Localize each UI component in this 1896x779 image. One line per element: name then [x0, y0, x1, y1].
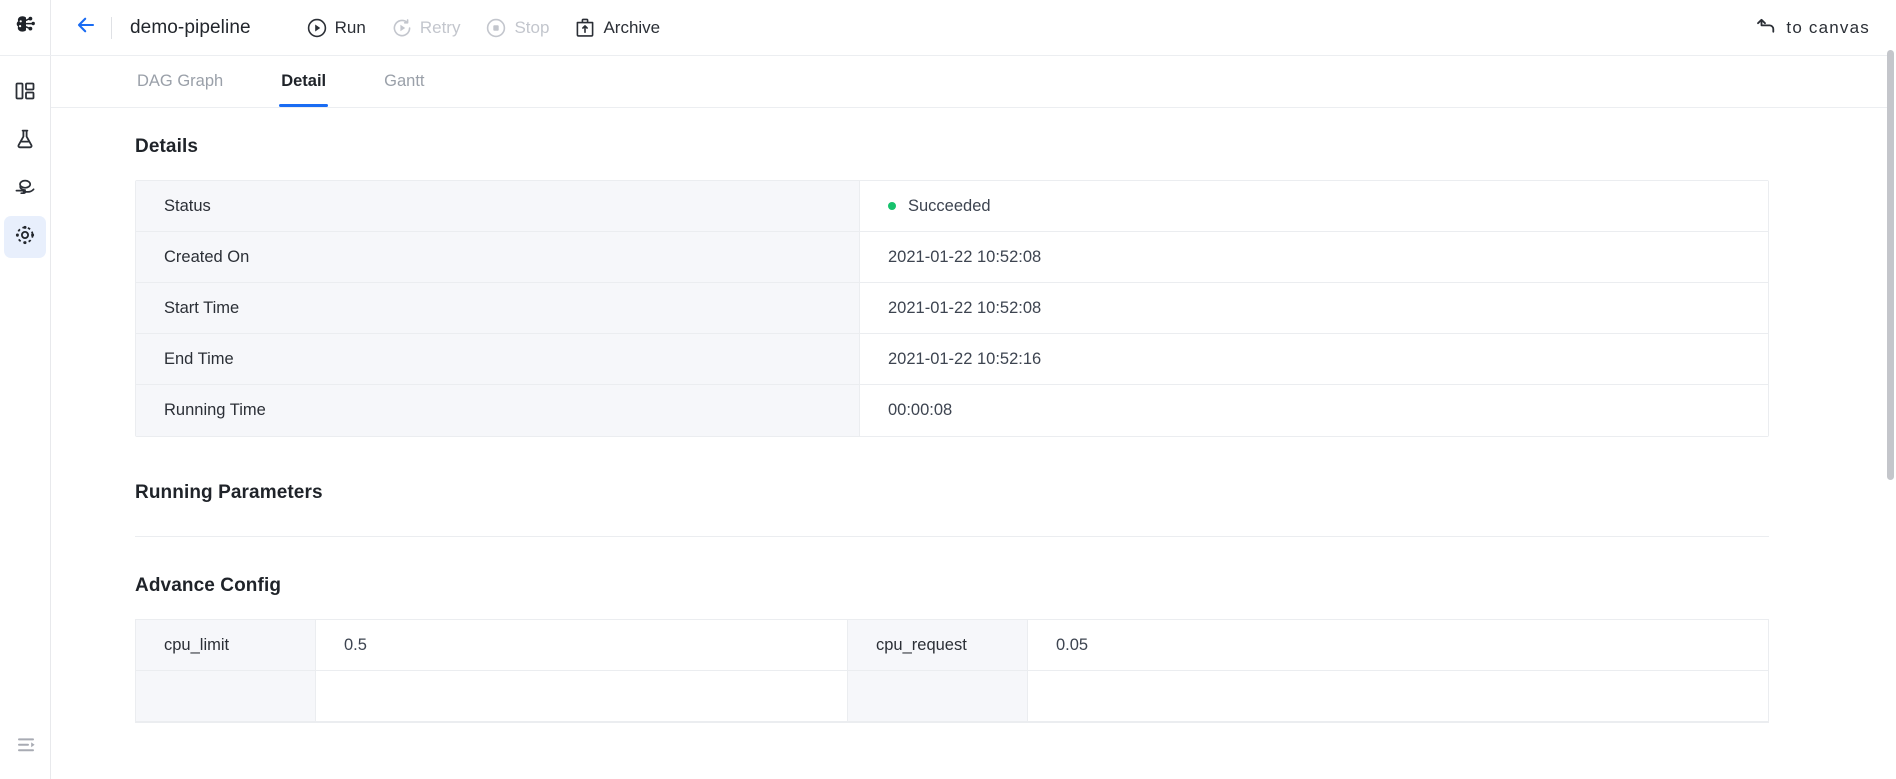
header-divider	[111, 16, 112, 39]
status-dot-icon	[888, 202, 896, 210]
tab-gantt-label: Gantt	[384, 72, 425, 90]
retry-circle-icon	[392, 18, 412, 38]
play-circle-icon	[307, 18, 327, 38]
config-value	[316, 671, 848, 721]
scrollbar-thumb[interactable]	[1887, 50, 1894, 480]
config-value	[1028, 671, 1768, 721]
brain-ai-logo-icon	[12, 12, 38, 43]
advance-config-section-title: Advance Config	[135, 575, 282, 596]
run-button[interactable]: Run	[307, 18, 366, 38]
config-value: 0.05	[1028, 620, 1768, 670]
table-row: cpu_limit 0.5 cpu_request 0.05	[136, 620, 1768, 671]
top-toolbar: demo-pipeline Run Retry Stop Archive to …	[51, 0, 1896, 56]
running-parameters-divider	[135, 536, 1769, 537]
app-root: demo-pipeline Run Retry Stop Archive to …	[0, 0, 1896, 779]
table-row: Status Succeeded	[136, 181, 1768, 232]
details-row-label: Running Time	[136, 385, 860, 436]
to-canvas-label: to canvas	[1786, 18, 1870, 37]
archive-label: Archive	[603, 17, 661, 37]
config-key: cpu_limit	[136, 620, 316, 670]
sidebar-item-experiment[interactable]	[4, 120, 46, 162]
table-row: End Time 2021-01-22 10:52:16	[136, 334, 1768, 385]
details-row-value: 2021-01-22 10:52:16	[860, 334, 1768, 384]
table-row: Running Time 00:00:08	[136, 385, 1768, 436]
left-sidebar	[0, 0, 51, 779]
details-row-value: 2021-01-22 10:52:08	[860, 283, 1768, 333]
table-row	[136, 671, 1768, 722]
flask-experiment-icon	[13, 127, 37, 156]
sidebar-item-serving[interactable]	[4, 168, 46, 210]
advance-config-table: cpu_limit 0.5 cpu_request 0.05	[135, 619, 1769, 723]
run-label: Run	[334, 17, 366, 37]
tab-bar: DAG Graph Detail Gantt	[51, 56, 1896, 108]
retry-label: Retry	[419, 17, 461, 37]
tab-dag-graph-label: DAG Graph	[137, 72, 224, 90]
pipeline-gear-icon	[13, 223, 37, 252]
stop-circle-icon	[486, 18, 506, 38]
config-key	[136, 671, 316, 721]
details-row-label: End Time	[136, 334, 860, 384]
details-table: Status Succeeded Created On 2021-01-22 1…	[135, 180, 1769, 437]
arrow-left-icon	[74, 13, 98, 42]
page-title: demo-pipeline	[130, 16, 251, 38]
stop-button[interactable]: Stop	[486, 18, 549, 38]
table-row: Created On 2021-01-22 10:52:08	[136, 232, 1768, 283]
details-row-label: Start Time	[136, 283, 860, 333]
collapse-sidebar-icon	[15, 734, 37, 761]
config-key: cpu_request	[848, 620, 1028, 670]
details-row-label: Status	[136, 181, 860, 231]
archive-button[interactable]: Archive	[575, 17, 660, 38]
main-panel: demo-pipeline Run Retry Stop Archive to …	[51, 0, 1896, 779]
stop-label: Stop	[514, 17, 550, 37]
collapse-sidebar-button[interactable]	[0, 734, 51, 761]
dashboard-layout-icon	[13, 79, 37, 108]
undo-arrow-icon	[1755, 15, 1777, 42]
to-canvas-button[interactable]: to canvas	[1755, 0, 1870, 56]
config-value: 0.5	[316, 620, 848, 670]
details-row-value: 00:00:08	[860, 385, 1768, 436]
details-row-value: 2021-01-22 10:52:08	[860, 232, 1768, 282]
status-badge: Succeeded	[908, 196, 991, 215]
sidebar-item-pipeline[interactable]	[4, 216, 46, 258]
config-key	[848, 671, 1028, 721]
tab-gantt[interactable]: Gantt	[382, 56, 426, 107]
tab-detail[interactable]: Detail	[279, 56, 329, 107]
vertical-scrollbar[interactable]	[1887, 0, 1896, 779]
back-button[interactable]	[71, 13, 101, 43]
details-section-title: Details	[135, 136, 199, 157]
sidebar-item-dashboard[interactable]	[4, 72, 46, 114]
serving-hand-icon	[13, 175, 37, 204]
app-logo[interactable]	[0, 0, 51, 56]
detail-content: Details Status Succeeded Created On 2021…	[51, 108, 1896, 779]
details-row-label: Created On	[136, 232, 860, 282]
details-row-value: Succeeded	[860, 181, 1768, 231]
archive-box-icon	[575, 17, 595, 38]
table-row: Start Time 2021-01-22 10:52:08	[136, 283, 1768, 334]
sidebar-nav	[0, 72, 50, 258]
running-parameters-section-title: Running Parameters	[135, 482, 323, 503]
toolbar-actions: Run Retry Stop Archive	[307, 17, 660, 38]
tab-detail-label: Detail	[281, 72, 327, 90]
retry-button[interactable]: Retry	[392, 17, 461, 38]
tab-dag-graph[interactable]: DAG Graph	[135, 56, 225, 107]
